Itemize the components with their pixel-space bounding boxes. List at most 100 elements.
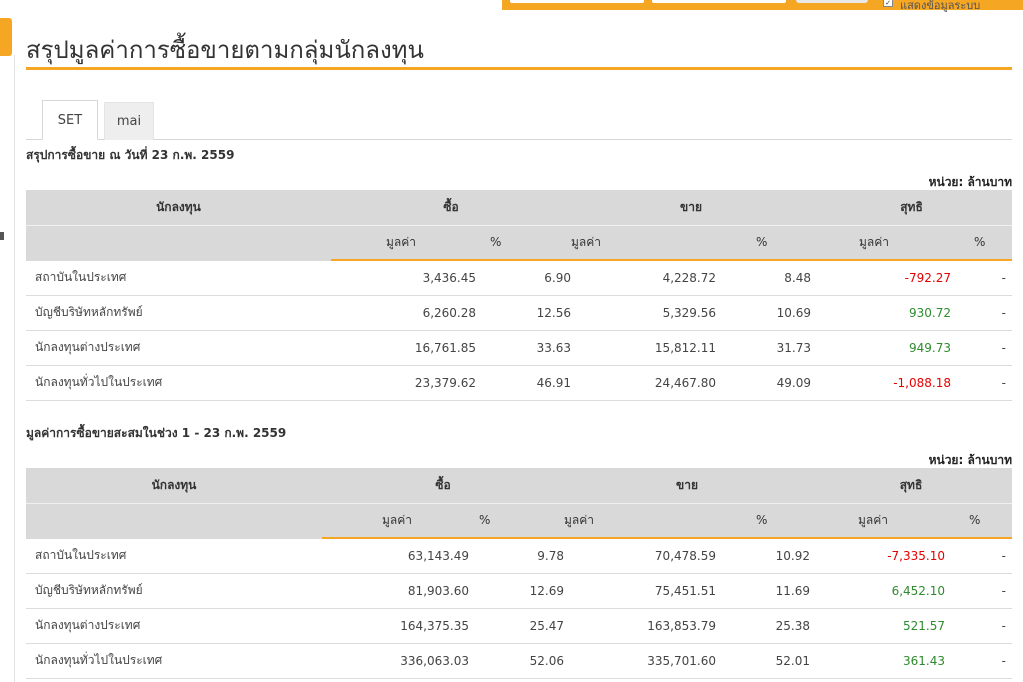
buy-pct: 9.78 (469, 538, 564, 574)
sell-value: 75,451.51 (564, 573, 716, 609)
market-tabs: SET mai (26, 100, 1012, 140)
net-pct: - (947, 608, 1012, 644)
col-sell-value: มูลค่า (564, 503, 716, 539)
top-checkbox[interactable]: ✓ (883, 0, 893, 7)
buy-value: 63,143.49 (322, 538, 469, 574)
investor-name: บัญชีบริษัทหลักทรัพย์ (26, 573, 322, 609)
sell-pct: 8.48 (716, 260, 811, 296)
col-net-pct: % (956, 225, 1012, 261)
buy-pct: 25.47 (469, 608, 564, 644)
tab-set[interactable]: SET (42, 100, 98, 140)
top-input-2[interactable] (652, 0, 786, 3)
buy-value: 336,063.03 (322, 643, 469, 679)
sell-value: 70,478.59 (564, 538, 716, 574)
col-buy: ซื้อ (331, 190, 571, 226)
cumulative-section-title: มูลค่าการซื้อขายสะสมในช่วง 1 - 23 ก.พ. 2… (26, 426, 287, 440)
top-search-button[interactable] (796, 0, 868, 3)
sell-value: 5,329.56 (571, 295, 716, 331)
buy-value: 164,375.35 (322, 608, 469, 644)
cumulative-summary-table: นักลงทุน ซื้อ ขาย สุทธิ มูลค่า % มูลค่า … (26, 468, 1012, 679)
sell-value: 163,853.79 (564, 608, 716, 644)
investor-name: บัญชีบริษัทหลักทรัพย์ (26, 295, 331, 331)
col-buy: ซื้อ (322, 468, 564, 504)
net-pct: - (956, 295, 1012, 331)
buy-pct: 6.90 (476, 260, 571, 296)
col-sell-value: มูลค่า (571, 225, 716, 261)
net-value: -1,088.18 (811, 365, 956, 401)
table-row: สถาบันในประเทศ 3,436.45 6.90 4,228.72 8.… (26, 260, 1012, 296)
investor-name: นักลงทุนทั่วไปในประเทศ (26, 643, 322, 679)
table-row: บัญชีบริษัทหลักทรัพย์ 81,903.60 12.69 75… (26, 573, 1012, 609)
col-investor: นักลงทุน (26, 190, 331, 226)
net-value: 521.57 (810, 608, 947, 644)
col-investor-sub (26, 225, 331, 261)
buy-value: 16,761.85 (331, 330, 476, 366)
buy-value: 3,436.45 (331, 260, 476, 296)
buy-pct: 12.69 (469, 573, 564, 609)
col-net-value: มูลค่า (810, 503, 947, 539)
col-sell: ขาย (564, 468, 810, 504)
sell-pct: 52.01 (716, 643, 810, 679)
buy-value: 81,903.60 (322, 573, 469, 609)
net-pct: - (947, 643, 1012, 679)
investor-name: สถาบันในประเทศ (26, 260, 331, 296)
buy-value: 6,260.28 (331, 295, 476, 331)
buy-pct: 12.56 (476, 295, 571, 331)
col-net-pct: % (947, 503, 1012, 539)
col-buy-value: มูลค่า (322, 503, 469, 539)
sell-pct: 49.09 (716, 365, 811, 401)
col-net: สุทธิ (811, 190, 1012, 226)
buy-pct: 52.06 (469, 643, 564, 679)
net-value: 930.72 (811, 295, 956, 331)
daily-summary-table: นักลงทุน ซื้อ ขาย สุทธิ มูลค่า % มูลค่า … (26, 190, 1012, 401)
buy-value: 23,379.62 (331, 365, 476, 401)
buy-pct: 33.63 (476, 330, 571, 366)
net-pct: - (956, 260, 1012, 296)
left-marker (0, 232, 4, 240)
title-underline (26, 67, 1012, 70)
sell-value: 4,228.72 (571, 260, 716, 296)
net-pct: - (947, 573, 1012, 609)
table-row: สถาบันในประเทศ 63,143.49 9.78 70,478.59 … (26, 538, 1012, 574)
table-row: นักลงทุนทั่วไปในประเทศ 336,063.03 52.06 … (26, 643, 1012, 679)
page-title: สรุปมูลค่าการซื้อขายตามกลุ่มนักลงทุน (26, 36, 424, 64)
top-toolbar: ✓ แสดงข้อมูลระบบ (502, 0, 1023, 12)
sell-pct: 10.69 (716, 295, 811, 331)
col-buy-pct: % (476, 225, 571, 261)
net-value: -7,335.10 (810, 538, 947, 574)
table-row: นักลงทุนทั่วไปในประเทศ 23,379.62 46.91 2… (26, 365, 1012, 401)
top-checkbox-label: แสดงข้อมูลระบบ (900, 0, 981, 12)
col-investor-sub (26, 503, 322, 539)
investor-name: นักลงทุนทั่วไปในประเทศ (26, 365, 331, 401)
investor-name: นักลงทุนต่างประเทศ (26, 330, 331, 366)
net-pct: - (956, 330, 1012, 366)
col-net: สุทธิ (810, 468, 1012, 504)
table-row: นักลงทุนต่างประเทศ 164,375.35 25.47 163,… (26, 608, 1012, 644)
daily-section-title: สรุปการซื้อขาย ณ วันที่ 23 ก.พ. 2559 (26, 148, 235, 162)
top-input-1[interactable] (510, 0, 644, 3)
col-buy-value: มูลค่า (331, 225, 476, 261)
sell-pct: 10.92 (716, 538, 810, 574)
col-net-value: มูลค่า (811, 225, 956, 261)
sell-pct: 11.69 (716, 573, 810, 609)
col-sell: ขาย (571, 190, 811, 226)
buy-pct: 46.91 (476, 365, 571, 401)
sell-pct: 25.38 (716, 608, 810, 644)
sell-value: 15,812.11 (571, 330, 716, 366)
sell-value: 24,467.80 (571, 365, 716, 401)
col-investor: นักลงทุน (26, 468, 322, 504)
left-divider (14, 55, 15, 682)
col-sell-pct: % (716, 225, 811, 261)
investor-name: สถาบันในประเทศ (26, 538, 322, 574)
net-value: 6,452.10 (810, 573, 947, 609)
col-buy-pct: % (469, 503, 564, 539)
net-value: -792.27 (811, 260, 956, 296)
col-sell-pct: % (716, 503, 810, 539)
table-row: บัญชีบริษัทหลักทรัพย์ 6,260.28 12.56 5,3… (26, 295, 1012, 331)
net-pct: - (956, 365, 1012, 401)
investor-name: นักลงทุนต่างประเทศ (26, 608, 322, 644)
table-row: นักลงทุนต่างประเทศ 16,761.85 33.63 15,81… (26, 330, 1012, 366)
sell-value: 335,701.60 (564, 643, 716, 679)
left-side-tab[interactable] (0, 18, 12, 56)
tab-mai[interactable]: mai (104, 102, 154, 140)
